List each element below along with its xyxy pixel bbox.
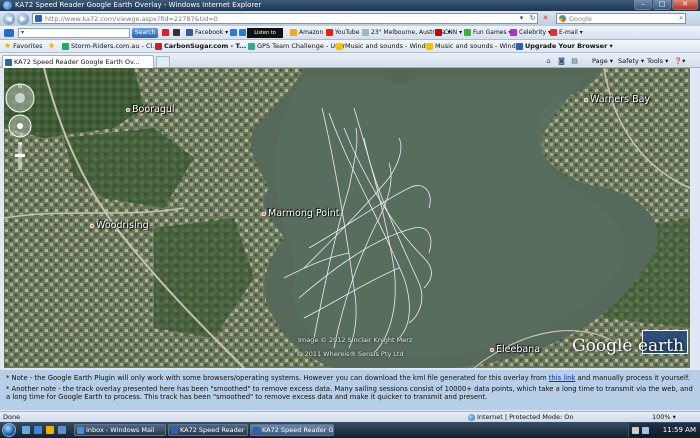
- mail-quicklaunch-icon[interactable]: [58, 426, 66, 434]
- address-row: ◀ ▶ http://www.ka72.com/viewge.aspx?fid=…: [0, 11, 700, 26]
- toolbar-photos-icon[interactable]: [173, 29, 180, 36]
- fav-carbonsugar[interactable]: CarbonSugar.com - T...: [155, 42, 246, 50]
- window-title: KA72 Speed Reader Google Earth Overlay -…: [15, 1, 262, 9]
- explorer-quicklaunch-icon[interactable]: [46, 426, 54, 434]
- favorites-bar: ★ Favorites ★ Storm-Riders.com.au - Cl...…: [0, 40, 700, 53]
- map-label-marmong-point[interactable]: Marmong Point: [262, 208, 339, 219]
- start-button[interactable]: [2, 423, 16, 437]
- fav-music-1[interactable]: Music and sounds - Wind...: [336, 42, 432, 50]
- kml-download-link[interactable]: this link: [549, 374, 576, 382]
- map-terrain: [4, 68, 690, 368]
- toolbar-amazon[interactable]: Amazon: [290, 29, 323, 36]
- tab-ka72-overlay[interactable]: KA72 Speed Reader Google Earth Ov...: [2, 55, 154, 68]
- toolbar-facebook[interactable]: Facebook ▾: [186, 29, 228, 36]
- facebook-icon: [186, 29, 193, 36]
- zoom-level[interactable]: 100% ▾: [652, 413, 676, 421]
- system-tray: 11:59 AM: [628, 423, 700, 437]
- fav-upgrade-browser[interactable]: Upgrade Your Browser ▾: [516, 42, 613, 50]
- address-bar[interactable]: http://www.ka72.com/viewge.aspx?fid=2278…: [32, 13, 538, 24]
- toolbar-media-icon[interactable]: [230, 29, 246, 36]
- safety-menu[interactable]: Safety ▾: [618, 57, 644, 65]
- task-ka72-reader-1[interactable]: KA72 Speed Reader (...: [168, 424, 248, 436]
- favorites-button[interactable]: ★ Favorites: [4, 41, 43, 51]
- status-text: Done: [3, 413, 21, 421]
- fav-gps-team[interactable]: GPS Team Challenge - User: [248, 42, 345, 50]
- email-icon: [550, 29, 557, 36]
- toolbar-fungames[interactable]: Fun Games ▾: [464, 29, 512, 36]
- toolbar-email[interactable]: E-mail ▾: [550, 29, 583, 36]
- svg-text:+: +: [17, 141, 22, 148]
- feeds-icon[interactable]: ◙: [557, 57, 566, 65]
- map-label-booragul[interactable]: Booragul: [126, 104, 175, 115]
- refresh-icon[interactable]: ↻: [528, 14, 537, 23]
- forward-button[interactable]: ▶: [17, 13, 29, 25]
- toolbar-cnn[interactable]: CNN ▾: [435, 29, 462, 36]
- new-tab-button[interactable]: [156, 56, 170, 67]
- listen-music-button[interactable]: Listen to music: [247, 28, 283, 46]
- map-data-copyright: © 2011 Whereis® Sensis Pty Ltd: [296, 350, 404, 358]
- address-url: http://www.ka72.com/viewge.aspx?fid=2278…: [45, 15, 218, 23]
- map-label-eleebana[interactable]: Eleebana: [490, 344, 540, 355]
- toolbar-games-icon[interactable]: [162, 29, 169, 36]
- weather-icon: [362, 29, 369, 36]
- tools-menu[interactable]: Tools ▾: [647, 57, 668, 65]
- ie-logo-icon: [3, 1, 12, 10]
- page-favicon-icon: [35, 15, 42, 22]
- fav-storm-riders[interactable]: Storm-Riders.com.au - Cl...: [62, 42, 159, 50]
- google-earth-map[interactable]: Booragul Woodrising Marmong Point Warner…: [4, 68, 690, 368]
- fav-music-2[interactable]: Music and sounds - Wind...: [426, 42, 522, 50]
- celebrity-icon: [510, 29, 517, 36]
- internet-globe-icon: [468, 413, 475, 421]
- cnn-icon: [435, 29, 442, 36]
- minimize-button[interactable]: –: [634, 0, 652, 10]
- toolbar-celebrity[interactable]: Celebrity ▾: [510, 29, 551, 36]
- tab-bar: KA72 Speed Reader Google Earth Ov... ⌂ ◙…: [0, 53, 700, 68]
- add-favorite-icon[interactable]: ★: [48, 42, 55, 50]
- security-zone[interactable]: Internet | Protected Mode: On: [468, 413, 574, 421]
- window-controls: – □ ✕: [634, 0, 698, 10]
- search-placeholder: Google: [569, 15, 592, 23]
- imagery-copyright: Image © 2012 Sinclair Knight Merz: [298, 336, 413, 344]
- svg-text:N: N: [18, 84, 22, 90]
- toolbar-row: ▾ Search Facebook ▾ Listen to music Amaz…: [0, 26, 700, 46]
- help-menu[interactable]: ❓▾: [674, 57, 685, 65]
- search-box[interactable]: Google ⌕: [556, 13, 686, 24]
- google-icon: [559, 15, 566, 22]
- stop-icon[interactable]: ✕: [541, 14, 550, 23]
- amazon-icon: [290, 29, 297, 36]
- windows-taskbar: Inbox - Windows Mail KA72 Speed Reader (…: [0, 422, 700, 438]
- search-icon[interactable]: ⌕: [679, 14, 683, 23]
- print-icon[interactable]: ▤: [570, 57, 579, 65]
- toolbar-search-input[interactable]: ▾: [18, 28, 130, 38]
- page-menu[interactable]: Page ▾: [592, 57, 613, 65]
- favorites-star-icon: ★: [4, 41, 12, 50]
- toolbar-search-button[interactable]: Search: [132, 28, 158, 38]
- tab-favicon-icon: [5, 59, 12, 66]
- map-navigation-controls[interactable]: N +: [4, 82, 36, 172]
- google-earth-logo: Google earth: [572, 336, 684, 356]
- page-notes: * Note - the Google Earth Plugin will on…: [0, 370, 700, 410]
- task-windows-mail[interactable]: Inbox - Windows Mail: [74, 424, 166, 436]
- task-ka72-reader-2[interactable]: KA72 Speed Reader G...: [250, 424, 334, 436]
- toolbar-youtube[interactable]: YouTube: [326, 29, 359, 36]
- status-bar: Done Internet | Protected Mode: On 100% …: [0, 411, 700, 422]
- volume-icon[interactable]: [642, 427, 649, 434]
- toolbar-logo-icon: [4, 29, 14, 37]
- ie-quicklaunch-icon[interactable]: [34, 426, 42, 434]
- show-desktop-icon[interactable]: [22, 426, 30, 434]
- map-label-warners-bay[interactable]: Warners Bay: [584, 94, 650, 105]
- note-smoothing: * Another note - the track overlay prese…: [6, 385, 693, 401]
- games-icon: [464, 29, 471, 36]
- note-plugin: * Note - the Google Earth Plugin will on…: [6, 374, 690, 382]
- back-button[interactable]: ◀: [3, 13, 15, 25]
- close-button[interactable]: ✕: [672, 0, 698, 10]
- home-icon[interactable]: ⌂: [544, 57, 553, 65]
- clock[interactable]: 11:59 AM: [663, 426, 696, 434]
- address-dropdown-icon[interactable]: ▾: [517, 14, 526, 23]
- network-icon[interactable]: [632, 427, 639, 434]
- title-bar: KA72 Speed Reader Google Earth Overlay -…: [0, 0, 700, 11]
- map-label-woodrising[interactable]: Woodrising: [90, 220, 149, 231]
- maximize-button[interactable]: □: [653, 0, 671, 10]
- youtube-icon: [326, 29, 333, 36]
